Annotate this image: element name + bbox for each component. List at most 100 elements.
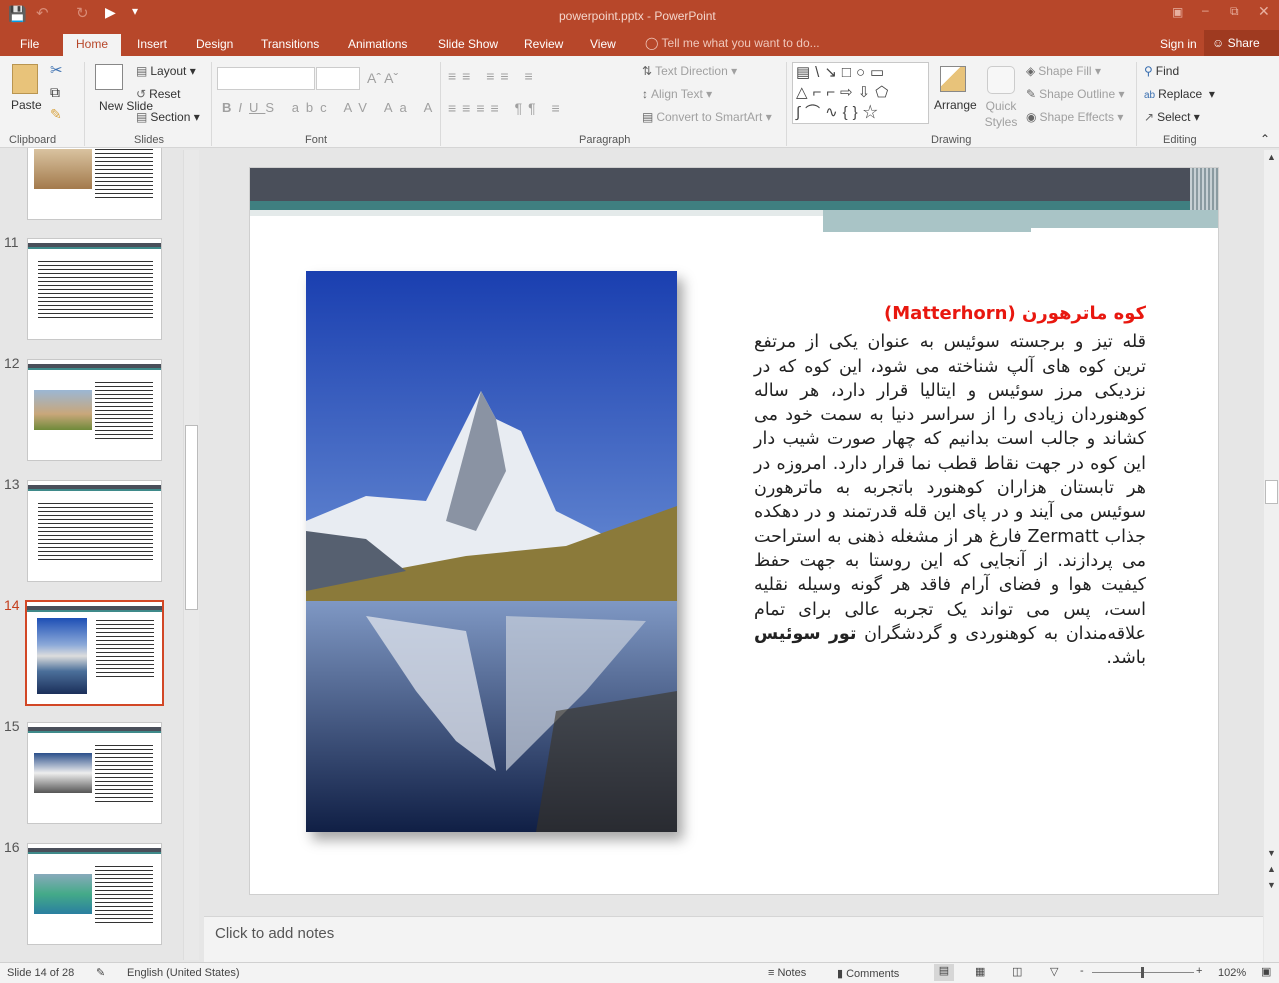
slideshow-view-icon[interactable]: ▽ [1050, 965, 1058, 978]
search-icon: ⚲ [1144, 64, 1153, 78]
slide-number: 14 [4, 597, 20, 613]
reading-view-icon[interactable]: ◫ [1012, 965, 1022, 978]
tell-me-box[interactable]: ◯ Tell me what you want to do... [645, 36, 820, 50]
slide-text-box[interactable]: کوه ماترهورن (Matterhorn) قله تیز و برجس… [754, 302, 1146, 670]
zoom-out-icon[interactable]: - [1080, 965, 1084, 977]
sign-in-link[interactable]: Sign in [1160, 37, 1197, 51]
slide-header-band [250, 168, 1218, 201]
copy-icon[interactable]: ⧉ [50, 84, 60, 101]
text-direction-button[interactable]: ⇅ Text Direction ▾ [642, 64, 737, 78]
tab-insert[interactable]: Insert [127, 34, 177, 56]
bold-link-text: تور سوئیس [754, 623, 857, 644]
tab-view[interactable]: View [580, 34, 626, 56]
new-slide-icon [95, 64, 123, 90]
align-text-icon: ↕ [642, 87, 648, 101]
slide-thumbnail[interactable] [27, 480, 162, 582]
pencil-icon: ✎ [1026, 87, 1037, 101]
matterhorn-photo[interactable] [306, 271, 677, 832]
zoom-level[interactable]: 102% [1218, 967, 1246, 979]
slide-thumbnail[interactable] [27, 359, 162, 461]
slide-thumbnail[interactable] [27, 843, 162, 945]
spell-check-icon[interactable]: ✎ [96, 966, 105, 979]
quick-styles-button[interactable]: Quick Styles [981, 98, 1021, 130]
notes-placeholder[interactable]: Click to add notes [215, 925, 334, 942]
arrange-icon [940, 66, 966, 92]
layout-button[interactable]: ▤ Layout ▾ [136, 64, 196, 78]
slide-number: 16 [4, 839, 20, 855]
normal-view-icon[interactable]: ▤ [934, 964, 954, 981]
slide-thumbnail-pane: 11 12 13 14 15 16 [0, 148, 200, 962]
slide-sorter-icon[interactable]: ▦ [975, 965, 985, 978]
customize-qat-icon[interactable]: ▾ [132, 4, 138, 18]
tab-review[interactable]: Review [514, 34, 573, 56]
tab-transitions[interactable]: Transitions [251, 34, 329, 56]
quick-styles-icon [987, 66, 1015, 94]
slide-number: 15 [4, 718, 20, 734]
section-button[interactable]: ▤ Section ▾ [136, 110, 200, 124]
notes-pane[interactable]: Click to add notes [204, 916, 1263, 962]
zoom-in-icon[interactable]: + [1196, 965, 1202, 977]
comments-button[interactable]: ▮ Comments [837, 967, 899, 980]
next-slide-icon[interactable]: ▼ [1267, 880, 1276, 890]
shape-effects-button[interactable]: ◉ Shape Effects ▾ [1026, 110, 1123, 124]
grow-font-icon[interactable]: Aˆ Aˇ [367, 70, 398, 86]
tab-animations[interactable]: Animations [338, 34, 417, 56]
undo-icon[interactable]: ↶ [36, 4, 49, 22]
close-icon[interactable]: ✕ [1258, 3, 1270, 20]
slide-body: قله تیز و برجسته سوئیس به عنوان یکی از م… [754, 332, 1147, 669]
language-indicator[interactable]: English (United States) [127, 967, 240, 979]
arrange-button[interactable]: Arrange [934, 98, 977, 112]
slide-number: 12 [4, 355, 20, 371]
convert-smartart-button[interactable]: ▤ Convert to SmartArt ▾ [642, 110, 772, 124]
align-buttons[interactable]: ≡≡≡≡ ¶¶ ≡ [448, 100, 566, 116]
scrollbar-thumb[interactable] [185, 425, 198, 610]
reset-button[interactable]: ↺ Reset [136, 87, 180, 101]
shape-fill-button[interactable]: ◈ Shape Fill ▾ [1026, 64, 1101, 78]
restore-icon[interactable]: ⧉ [1230, 4, 1239, 19]
share-button[interactable]: ☺ Share [1204, 30, 1279, 56]
replace-button[interactable]: ab Replace ▾ [1144, 87, 1215, 101]
shapes-gallery[interactable]: ▤\↘□○▭ △⌐⌐⇨⇩⬠ ∫⌒∿{}☆ [792, 62, 929, 124]
tab-home[interactable]: Home [63, 34, 122, 56]
tab-design[interactable]: Design [186, 34, 243, 56]
align-text-button[interactable]: ↕ Align Text ▾ [642, 87, 712, 101]
previous-slide-icon[interactable]: ▲ [1267, 864, 1276, 874]
save-icon[interactable]: 💾 [8, 5, 27, 23]
slide-thumbnail-selected[interactable] [25, 600, 164, 706]
group-editing-label: Editing [1163, 134, 1197, 146]
tab-slide-show[interactable]: Slide Show [428, 34, 508, 56]
minimize-icon[interactable]: – [1202, 3, 1209, 17]
editor-scrollbar[interactable]: ▲ ▼ ▲ ▼ [1264, 150, 1279, 962]
tab-file[interactable]: File [10, 34, 49, 56]
font-format-buttons[interactable]: BIUS abc AV Aa A [222, 100, 439, 115]
font-size-select[interactable] [316, 67, 360, 90]
scrollbar-thumb[interactable] [1265, 480, 1278, 504]
layout-icon: ▤ [136, 64, 148, 78]
list-buttons[interactable]: ≡≡ ≡≡ ≡ [448, 68, 539, 84]
redo-icon[interactable]: ↻ [76, 4, 89, 22]
slide-counter: Slide 14 of 28 [7, 967, 75, 979]
collapse-ribbon-icon[interactable]: ⌃ [1260, 132, 1270, 146]
slide-thumbnail[interactable] [27, 722, 162, 824]
select-button[interactable]: ↗ Select ▾ [1144, 110, 1200, 124]
slide-number: 13 [4, 476, 20, 492]
shape-outline-button[interactable]: ✎ Shape Outline ▾ [1026, 87, 1124, 101]
zoom-slider-thumb[interactable] [1141, 967, 1144, 978]
section-icon: ▤ [136, 110, 148, 124]
font-name-select[interactable] [217, 67, 315, 90]
format-painter-icon[interactable]: ✎ [50, 106, 62, 123]
thumbnail-scrollbar[interactable] [183, 150, 199, 960]
scroll-down-icon[interactable]: ▼ [1267, 848, 1276, 858]
scroll-up-icon[interactable]: ▲ [1267, 152, 1276, 162]
slide-thumbnail[interactable] [27, 238, 162, 340]
shape-effects-icon: ◉ [1026, 110, 1037, 124]
ribbon-display-icon[interactable]: ▣ [1172, 5, 1183, 19]
paste-button[interactable]: Paste [11, 98, 42, 112]
notes-button[interactable]: ≡ Notes [768, 967, 806, 979]
slide-thumbnail[interactable] [27, 148, 162, 220]
reset-icon: ↺ [136, 87, 147, 101]
find-button[interactable]: ⚲ Find [1144, 64, 1179, 78]
fit-to-window-icon[interactable]: ▣ [1261, 965, 1271, 978]
cut-icon[interactable]: ✂ [50, 61, 63, 79]
start-slideshow-icon[interactable]: ▶ [105, 4, 116, 21]
